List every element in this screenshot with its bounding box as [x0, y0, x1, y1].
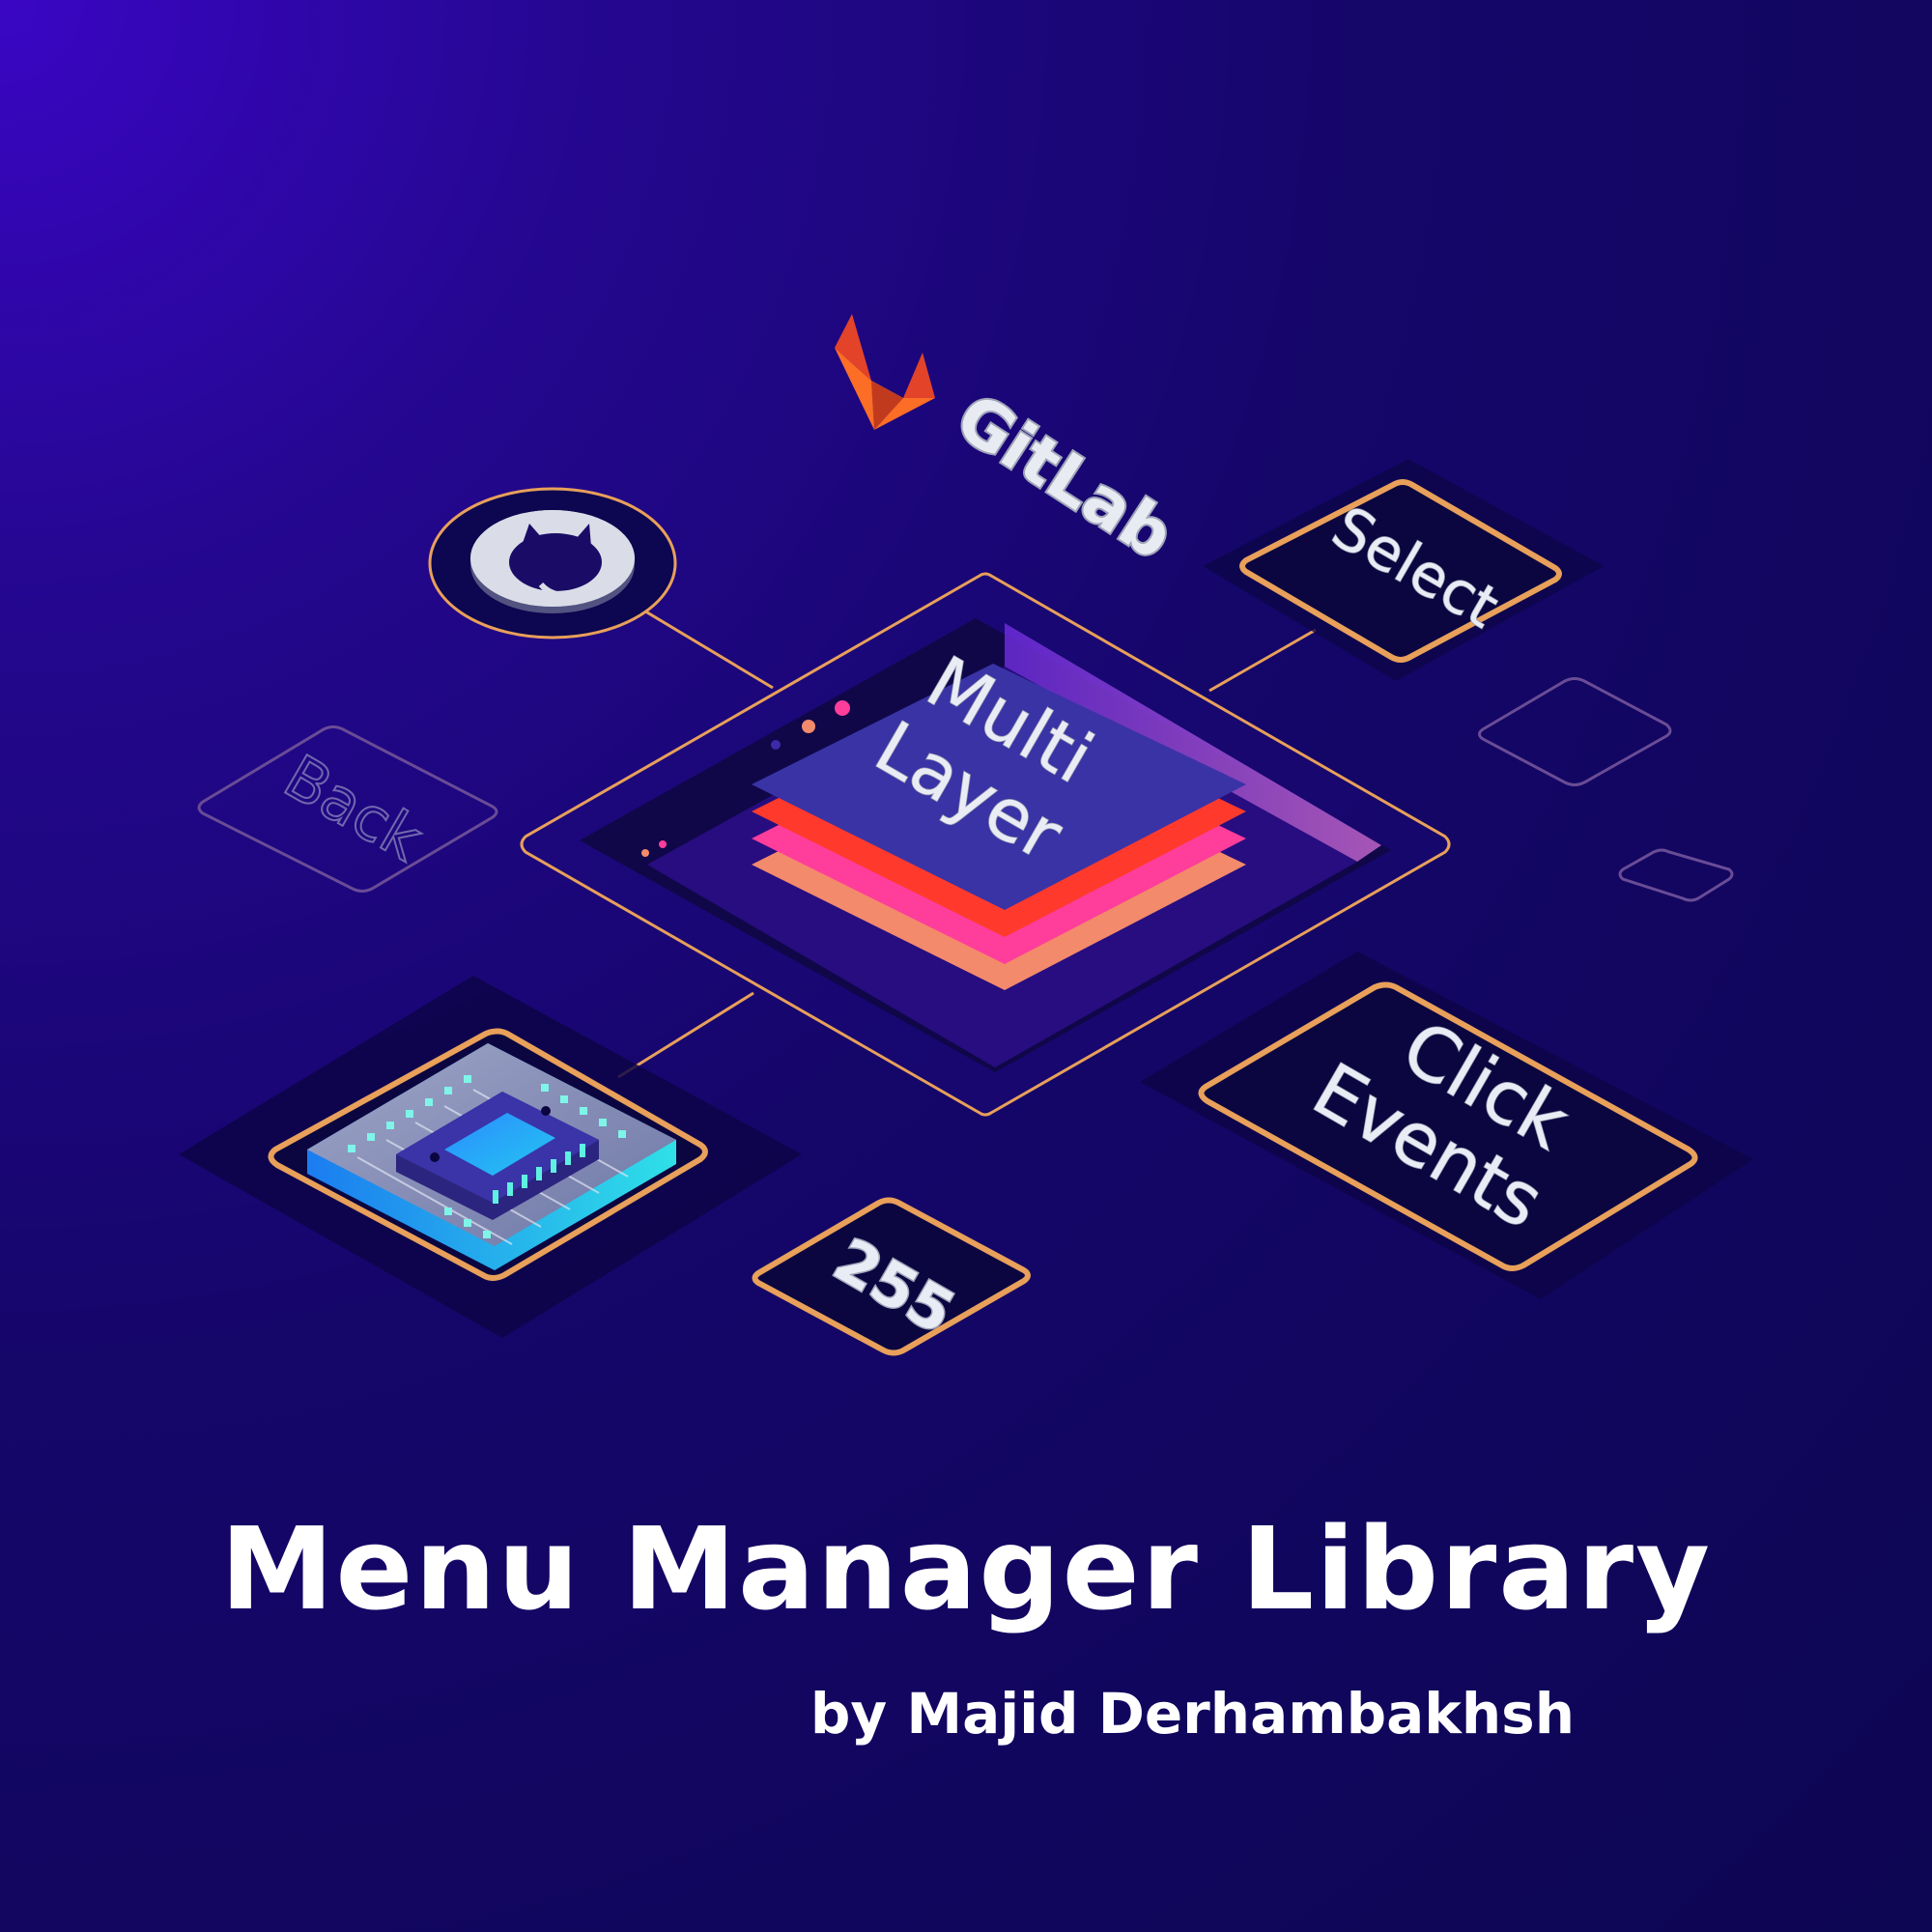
page-title: Menu Manager Library — [219, 1502, 1713, 1635]
author-subtitle: by Majid Derhambakhsh — [810, 1681, 1575, 1747]
select-tile[interactable]: Select — [1203, 459, 1604, 681]
github-badge — [428, 487, 677, 639]
back-tile[interactable]: Back — [197, 725, 498, 893]
click-events-tile[interactable]: Click Events — [1140, 952, 1753, 1299]
gitlab-fox-icon — [835, 314, 935, 430]
illustration-scene: Multi Layer GitLab Select Back 255 Click… — [179, 314, 1753, 1356]
gitlab-wordmark: GitLab — [943, 380, 1186, 575]
chip-tile — [179, 976, 802, 1338]
gitlab-logo: GitLab — [835, 314, 1188, 577]
back-label: Back — [272, 741, 434, 875]
number-tile[interactable]: 255 — [752, 1197, 1031, 1356]
decorative-outline-squares — [1478, 677, 1734, 902]
